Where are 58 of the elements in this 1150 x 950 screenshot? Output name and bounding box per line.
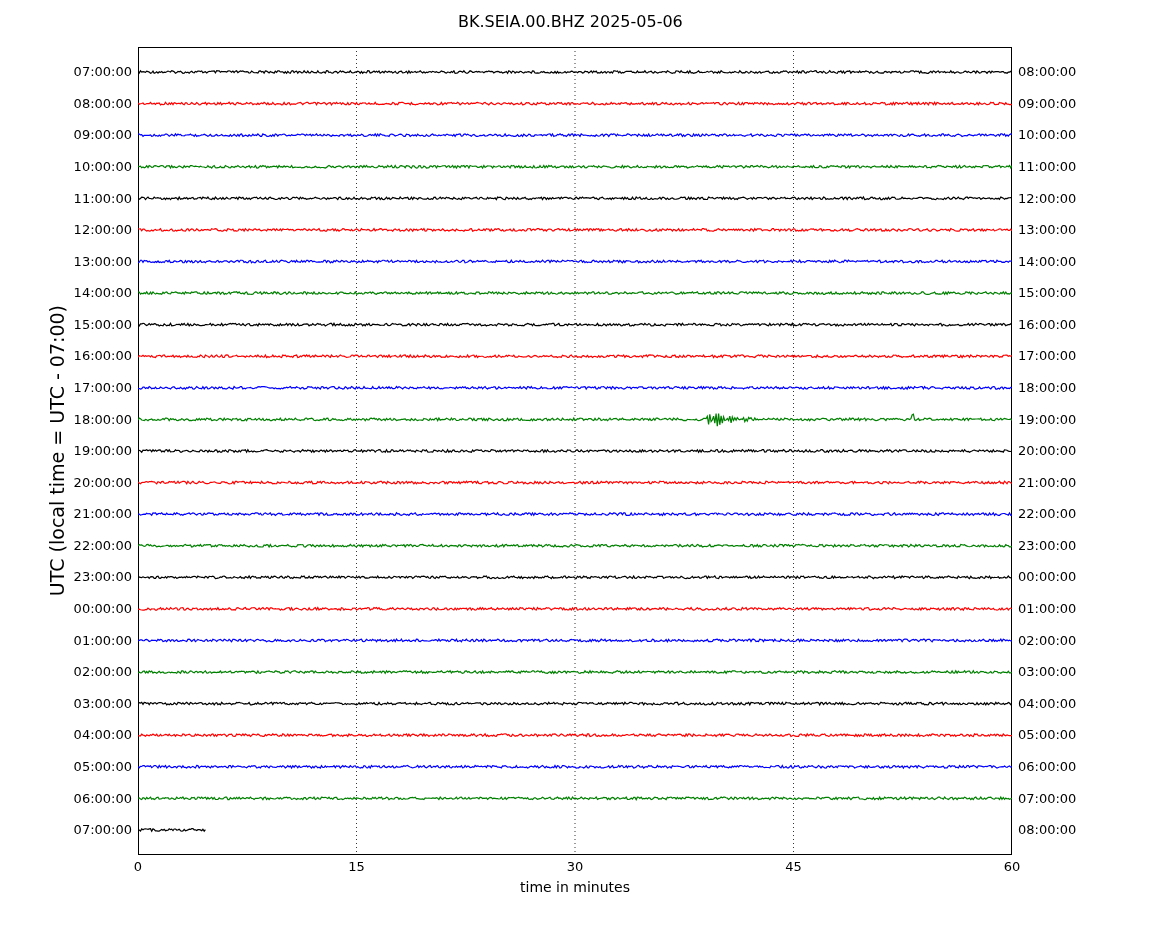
right-time-label: 09:00:00 <box>1018 94 1077 113</box>
left-time-label: 08:00:00 <box>73 94 132 113</box>
x-tick-label: 30 <box>566 859 584 874</box>
left-time-label: 01:00:00 <box>73 631 132 650</box>
left-time-label: 02:00:00 <box>73 663 132 682</box>
left-time-label: 09:00:00 <box>73 126 132 145</box>
right-time-label: 13:00:00 <box>1018 221 1077 240</box>
right-time-label: 22:00:00 <box>1018 505 1077 524</box>
right-time-label: 02:00:00 <box>1018 631 1077 650</box>
right-time-label: 11:00:00 <box>1018 157 1077 176</box>
left-time-label: 05:00:00 <box>73 757 132 776</box>
x-tick-label: 15 <box>348 859 365 874</box>
left-time-label: 12:00:00 <box>73 221 132 240</box>
left-time-label: 18:00:00 <box>73 410 132 429</box>
left-time-label: 19:00:00 <box>73 442 132 461</box>
left-time-label: 04:00:00 <box>73 726 132 745</box>
right-time-label: 06:00:00 <box>1018 757 1077 776</box>
left-time-label: 03:00:00 <box>73 694 132 713</box>
x-tick-label: 45 <box>785 859 802 874</box>
right-time-label: 00:00:00 <box>1018 568 1077 587</box>
left-time-label: 23:00:00 <box>73 568 132 587</box>
left-time-label: 14:00:00 <box>73 284 132 303</box>
right-time-label: 04:00:00 <box>1018 694 1077 713</box>
left-time-label: 13:00:00 <box>73 252 132 271</box>
right-time-label: 01:00:00 <box>1018 600 1077 619</box>
right-time-label: 23:00:00 <box>1018 536 1077 555</box>
y-axis-label: UTC (local time = UTC - 07:00) <box>46 305 68 597</box>
left-time-label: 20:00:00 <box>73 473 132 492</box>
left-time-label: 00:00:00 <box>73 600 132 619</box>
left-time-label: 21:00:00 <box>73 505 132 524</box>
left-time-label: 06:00:00 <box>73 789 132 808</box>
right-time-label: 03:00:00 <box>1018 663 1077 682</box>
left-time-label: 07:00:00 <box>73 821 132 840</box>
right-time-label: 07:00:00 <box>1018 789 1077 808</box>
right-time-label: 12:00:00 <box>1018 189 1077 208</box>
chart-title: BK.SEIA.00.BHZ 2025-05-06 <box>458 12 683 33</box>
x-tick-label: 60 <box>1003 859 1021 874</box>
right-time-label: 16:00:00 <box>1018 315 1077 334</box>
left-time-label: 16:00:00 <box>73 347 132 366</box>
right-time-label: 08:00:00 <box>1018 821 1077 840</box>
left-time-label: 17:00:00 <box>73 379 132 397</box>
right-time-label: 17:00:00 <box>1018 347 1077 366</box>
left-time-label: 15:00:00 <box>73 315 132 334</box>
left-time-label: 22:00:00 <box>73 536 132 555</box>
right-time-label: 20:00:00 <box>1018 442 1077 461</box>
right-time-label: 08:00:00 <box>1018 63 1077 82</box>
left-time-label: 10:00:00 <box>73 157 132 176</box>
right-time-label: 19:00:00 <box>1018 410 1077 429</box>
right-time-label: 14:00:00 <box>1018 252 1077 271</box>
left-time-label: 11:00:00 <box>73 189 132 208</box>
right-time-label: 21:00:00 <box>1018 473 1077 492</box>
x-tick-label: 0 <box>133 859 143 874</box>
right-time-label: 18:00:00 <box>1018 379 1077 397</box>
right-time-label: 10:00:00 <box>1018 126 1077 145</box>
x-axis-label: time in minutes <box>520 879 630 895</box>
right-time-label: 05:00:00 <box>1018 726 1077 745</box>
right-time-label: 15:00:00 <box>1018 284 1077 303</box>
left-time-label: 07:00:00 <box>73 63 132 82</box>
